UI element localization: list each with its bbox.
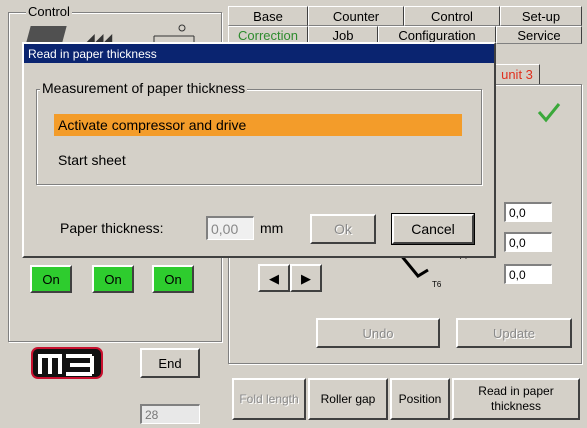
value-field-3[interactable]: 0,0 [504,264,552,284]
control-legend: Control [26,4,72,19]
tab-unit-3[interactable]: unit 3 [494,64,540,84]
step-start-sheet: Start sheet [58,152,126,168]
tab-control[interactable]: Control [404,6,500,26]
measurement-group [36,89,482,185]
arrow-left-icon: ◀ [269,270,279,286]
thickness-unit: mm [260,220,284,236]
tab-counter[interactable]: Counter [308,6,404,26]
value-field-2[interactable]: 0,0 [504,232,552,252]
dialog-title-bar: Read in paper thickness [24,44,494,63]
value-field-1[interactable]: 0,0 [504,202,552,222]
read-in-paper-thickness-button[interactable]: Read in paper thickness [452,378,580,420]
counter-field: 28 [140,404,200,424]
arrow-right-icon: ▶ [301,270,311,286]
update-button[interactable]: Update [456,318,572,348]
paper-thickness-field[interactable]: 0,00 [206,216,254,240]
step-activate-compressor: Activate compressor and drive [54,114,462,136]
on-button-2[interactable]: On [92,265,134,293]
read-in-thickness-dialog: Read in paper thickness Measurement of p… [22,42,496,258]
fold-length-button[interactable]: Fold length [232,378,306,420]
paper-tray-icon [152,22,196,44]
roller-gap-button[interactable]: Roller gap [308,378,388,420]
tab-set-up[interactable]: Set-up [500,6,582,26]
on-button-1[interactable]: On [30,265,72,293]
undo-button[interactable]: Undo [316,318,440,348]
ok-button[interactable]: Ok [310,214,376,244]
m3-logo [30,344,104,382]
arrow-left-button[interactable]: ◀ [258,264,290,292]
end-button[interactable]: End [140,348,200,378]
position-button[interactable]: Position [390,378,450,420]
diagram-label-t6: T6 [432,280,442,289]
arrows-icon: ◢◢◢ [84,30,112,46]
tab-service[interactable]: Service [496,26,582,44]
on-button-3[interactable]: On [152,265,194,293]
paper-thickness-label: Paper thickness: [60,220,164,236]
cancel-button[interactable]: Cancel [391,213,475,245]
dialog-title: Read in paper thickness [28,46,157,61]
measurement-legend: Measurement of paper thickness [40,80,248,96]
tab-base[interactable]: Base [228,6,308,26]
check-icon [536,100,562,124]
arrow-right-button[interactable]: ▶ [290,264,322,292]
